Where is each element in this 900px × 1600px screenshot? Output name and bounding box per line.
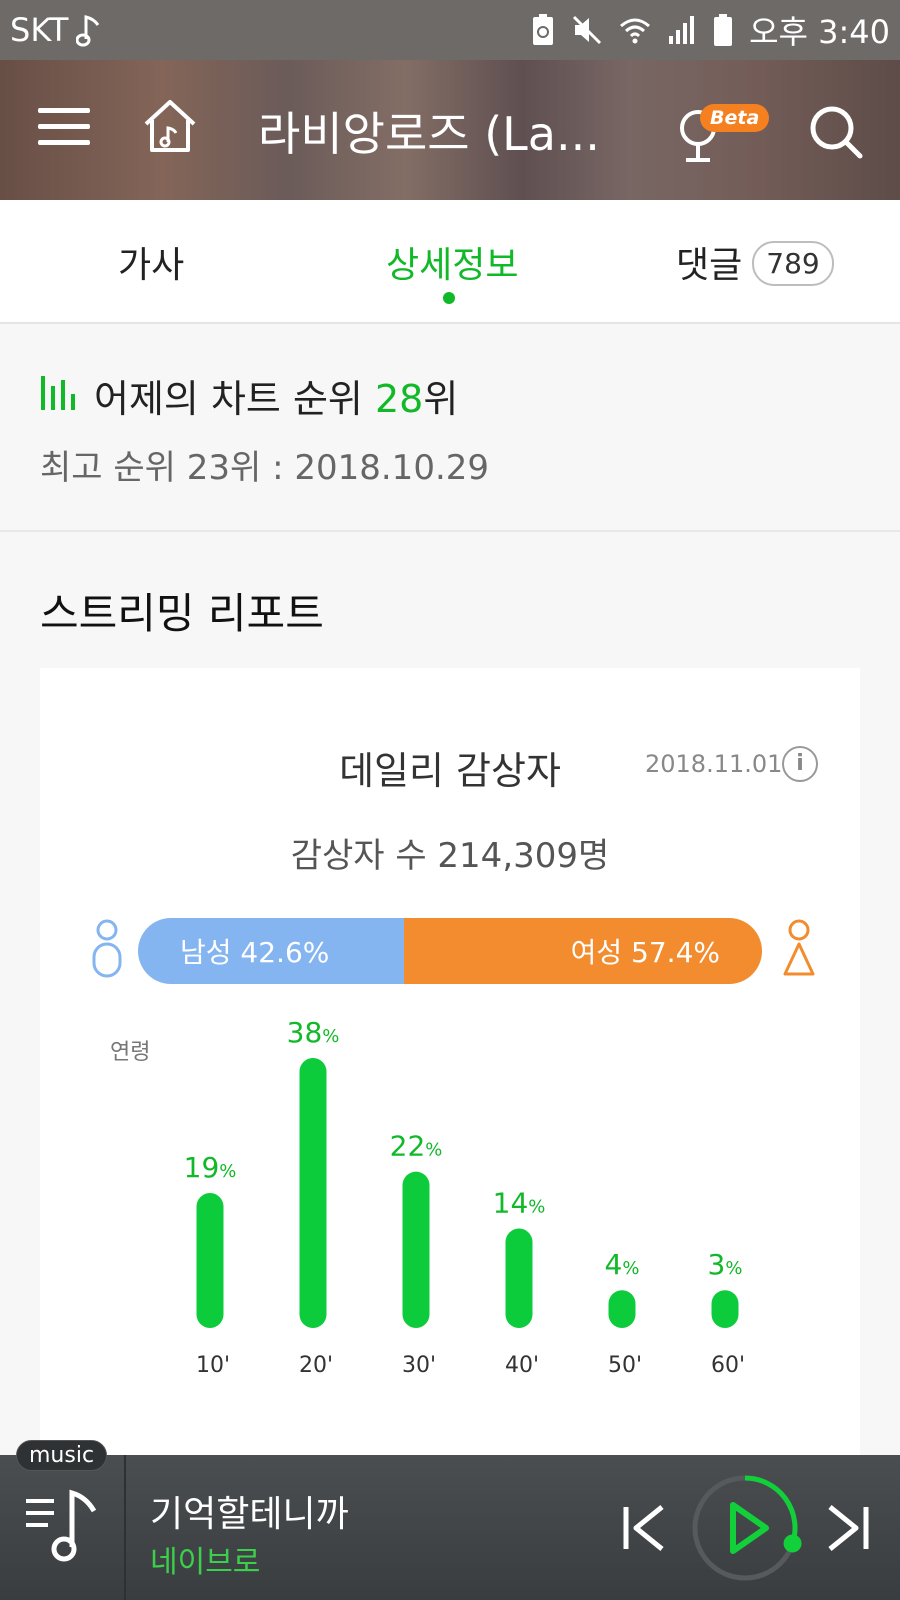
age-tick-label-4: 50' bbox=[608, 1353, 642, 1378]
daily-listeners-card: 데일리 감상자 2018.11.01 i 감상자 수 214,309명 남성 4… bbox=[40, 668, 860, 1468]
carrier-label: SKT bbox=[10, 11, 69, 49]
chart-rank-label: 어제의 차트 순위 bbox=[94, 377, 363, 421]
search-icon[interactable] bbox=[808, 104, 864, 164]
age-tick-label-5: 60' bbox=[711, 1353, 745, 1378]
male-share-segment: 남성 42.6% bbox=[138, 918, 404, 984]
section-title: 스트리밍 리포트 bbox=[40, 589, 324, 638]
age-bar-value-0: 19% bbox=[184, 1151, 237, 1184]
age-bar-1 bbox=[299, 1058, 327, 1328]
female-share-segment: 여성 57.4% bbox=[403, 918, 762, 984]
age-tick-label-0: 10' bbox=[196, 1353, 230, 1378]
tab-comments-label: 댓글 bbox=[676, 245, 743, 286]
age-tick-label-3: 40' bbox=[505, 1353, 539, 1378]
mute-icon bbox=[571, 14, 603, 46]
age-bar-value-2: 22% bbox=[390, 1130, 443, 1163]
tab-details[interactable]: 상세정보 bbox=[386, 236, 518, 288]
female-icon bbox=[780, 918, 818, 982]
active-tab-indicator bbox=[443, 292, 455, 304]
tab-bar: 가사 상세정보 댓글 789 bbox=[0, 200, 900, 324]
age-bar-4 bbox=[608, 1290, 636, 1328]
play-button[interactable] bbox=[688, 1471, 802, 1589]
previous-icon[interactable] bbox=[622, 1503, 666, 1557]
age-bar-5 bbox=[711, 1290, 739, 1328]
tab-lyrics[interactable]: 가사 bbox=[118, 236, 184, 288]
screen: SKT 오후 3:40 라비앙로즈 (La... Beta 가사 상세정보 댓글… bbox=[0, 0, 900, 1600]
now-playing-artist: 네이브로 bbox=[150, 1545, 261, 1580]
age-tick-label-2: 30' bbox=[402, 1353, 436, 1378]
wifi-icon bbox=[619, 14, 651, 46]
gender-ratio-bar: 남성 42.6% 여성 57.4% bbox=[138, 918, 762, 984]
clock: 오후 3:40 bbox=[749, 13, 890, 51]
page-title: 라비앙로즈 (La... bbox=[258, 107, 600, 161]
chart-rank-suffix: 위 bbox=[423, 377, 459, 421]
best-rank: 최고 순위 23위 : 2018.10.29 bbox=[40, 448, 490, 488]
age-bar-value-1: 38% bbox=[287, 1016, 340, 1049]
male-icon bbox=[90, 918, 124, 982]
section-divider bbox=[0, 530, 900, 532]
status-bar: SKT 오후 3:40 bbox=[0, 0, 900, 60]
chart-rank-number: 28 bbox=[374, 377, 424, 421]
age-bar-0 bbox=[196, 1193, 224, 1328]
music-note-icon bbox=[76, 13, 102, 47]
age-bar-value-4: 4% bbox=[605, 1248, 640, 1281]
signal-icon bbox=[667, 14, 697, 46]
song-header: 라비앙로즈 (La... Beta bbox=[0, 60, 900, 200]
battery-icon bbox=[713, 13, 733, 47]
playlist-icon[interactable] bbox=[26, 1485, 98, 1569]
age-bar-value-3: 14% bbox=[493, 1187, 546, 1220]
now-playing-title: 기억할테니까 bbox=[150, 1494, 349, 1535]
battery-saver-icon bbox=[531, 13, 555, 47]
next-icon[interactable] bbox=[826, 1503, 870, 1557]
age-axis-label: 연령 bbox=[110, 1040, 151, 1065]
player-separator bbox=[124, 1455, 126, 1600]
age-bar-value-5: 3% bbox=[708, 1248, 743, 1281]
home-icon[interactable] bbox=[140, 96, 200, 158]
tab-comments[interactable]: 댓글 789 bbox=[676, 236, 834, 288]
music-tag: music bbox=[16, 1440, 108, 1471]
comment-count-badge: 789 bbox=[752, 241, 834, 286]
age-bar-3 bbox=[505, 1228, 533, 1328]
listener-count: 감상자 수 214,309명 bbox=[290, 836, 610, 876]
female-share-label: 여성 57.4% bbox=[570, 936, 720, 969]
age-distribution-chart: 19% 10' 38% 20' 22% 30' 14% 40' 4% 50' 3% 60' bbox=[184, 1016, 745, 1378]
male-share-label: 남성 42.6% bbox=[180, 936, 330, 969]
mini-player: 기억할테니까 네이브로 bbox=[0, 1455, 900, 1600]
chart-bars-icon bbox=[40, 372, 78, 419]
info-icon[interactable]: i bbox=[782, 746, 818, 782]
age-tick-label-1: 20' bbox=[299, 1353, 333, 1378]
report-date: 2018.11.01 bbox=[645, 750, 783, 778]
yesterday-chart-rank: 어제의 차트 순위 28위 bbox=[40, 368, 458, 423]
age-bar-2 bbox=[402, 1171, 430, 1328]
menu-icon[interactable] bbox=[38, 104, 90, 152]
beta-badge: Beta bbox=[700, 104, 770, 132]
